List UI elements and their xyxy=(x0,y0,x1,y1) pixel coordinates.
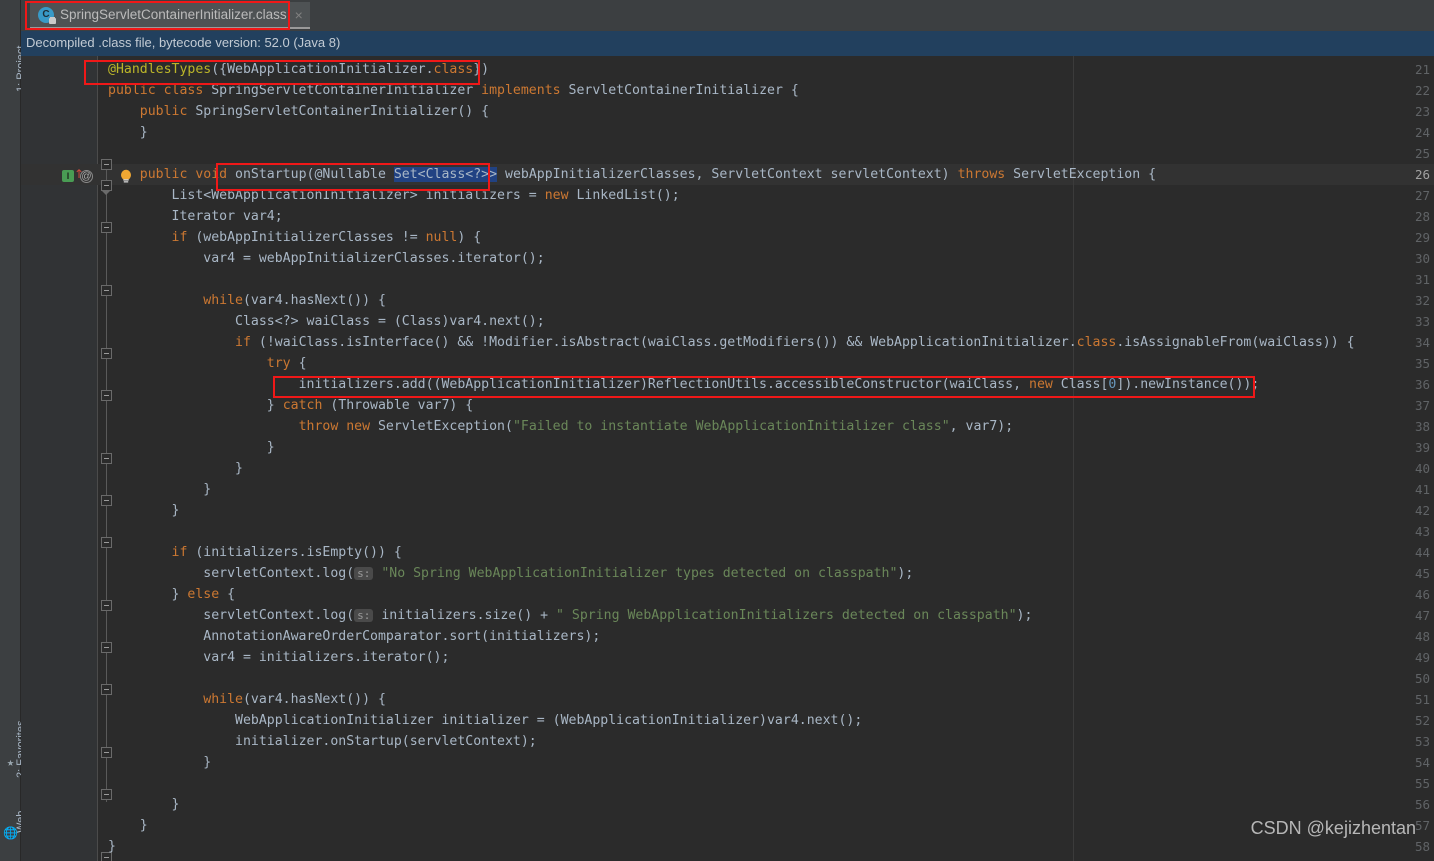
globe-icon: 🌐 xyxy=(3,826,18,840)
code-line[interactable]: } xyxy=(108,815,148,836)
editor-tab-springservletcontainerinitializer[interactable]: C SpringServletContainerInitializer.clas… xyxy=(30,2,310,29)
code-line[interactable]: servletContext.log(s: initializers.size(… xyxy=(108,605,1032,626)
code-line[interactable]: } xyxy=(108,458,243,479)
code-line[interactable]: if (webAppInitializerClasses != null) { xyxy=(108,227,482,248)
line-number[interactable]: 34 xyxy=(1358,332,1434,353)
code-line[interactable]: public void onStartup(@Nullable Set<Clas… xyxy=(108,164,1156,185)
left-tool-strip: 1: Project 2: Favorites ★ Web 🌐 xyxy=(0,0,27,861)
line-number[interactable]: 40 xyxy=(1358,458,1434,479)
close-icon[interactable]: × xyxy=(295,8,303,22)
editor-tab-label: SpringServletContainerInitializer.class xyxy=(60,7,287,22)
watermark-text: CSDN @kejizhentan xyxy=(1250,818,1416,838)
line-number[interactable]: 23 xyxy=(1358,101,1434,122)
decompiled-notification-text: Decompiled .class file, bytecode version… xyxy=(26,35,341,50)
code-line[interactable]: Class<?> waiClass = (Class)var4.next(); xyxy=(108,311,545,332)
line-number[interactable]: 41 xyxy=(1358,479,1434,500)
code-line[interactable]: try { xyxy=(108,353,307,374)
line-number[interactable]: 26 xyxy=(1358,164,1434,185)
line-number[interactable]: 42 xyxy=(1358,500,1434,521)
code-line[interactable]: } xyxy=(108,836,116,857)
line-number[interactable]: 22 xyxy=(1358,80,1434,101)
code-line[interactable]: while(var4.hasNext()) { xyxy=(108,290,386,311)
line-number[interactable]: 33 xyxy=(1358,311,1434,332)
line-number[interactable]: 55 xyxy=(1358,773,1434,794)
java-class-icon: C xyxy=(38,6,56,24)
implements-method-icon[interactable]: I xyxy=(62,170,74,182)
line-number[interactable]: 51 xyxy=(1358,689,1434,710)
code-line[interactable]: public class SpringServletContainerIniti… xyxy=(108,80,799,101)
line-number[interactable]: 50 xyxy=(1358,668,1434,689)
line-number[interactable]: 30 xyxy=(1358,248,1434,269)
line-number[interactable]: 45 xyxy=(1358,563,1434,584)
line-number[interactable]: 36 xyxy=(1358,374,1434,395)
line-number[interactable]: 47 xyxy=(1358,605,1434,626)
code-line[interactable]: var4 = webAppInitializerClasses.iterator… xyxy=(108,248,544,269)
code-line[interactable]: AnnotationAwareOrderComparator.sort(init… xyxy=(108,626,600,647)
code-line[interactable]: } else { xyxy=(108,584,236,605)
code-line[interactable]: throw new ServletException("Failed to in… xyxy=(108,416,1014,437)
line-number[interactable]: 32 xyxy=(1358,290,1434,311)
line-number[interactable]: 27 xyxy=(1358,185,1434,206)
line-number[interactable]: 46 xyxy=(1358,584,1434,605)
code-line[interactable]: servletContext.log(s: "No Spring WebAppl… xyxy=(108,563,913,584)
code-line[interactable]: if (!waiClass.isInterface() && !Modifier… xyxy=(108,332,1355,353)
line-number[interactable]: 53 xyxy=(1358,731,1434,752)
code-line[interactable]: if (initializers.isEmpty()) { xyxy=(108,542,402,563)
line-number[interactable]: 38 xyxy=(1358,416,1434,437)
sidebar-item-favorites[interactable]: 2: Favorites xyxy=(0,690,27,800)
editor-tab-bar: C SpringServletContainerInitializer.clas… xyxy=(21,0,1434,31)
line-number[interactable]: 28 xyxy=(1358,206,1434,227)
line-number[interactable]: 43 xyxy=(1358,521,1434,542)
code-line[interactable]: public SpringServletContainerInitializer… xyxy=(108,101,489,122)
line-number[interactable]: 25 xyxy=(1358,143,1434,164)
code-line[interactable]: initializer.onStartup(servletContext); xyxy=(108,731,537,752)
line-number[interactable]: 35 xyxy=(1358,353,1434,374)
decompiled-notification-bar: Decompiled .class file, bytecode version… xyxy=(21,31,1434,56)
code-line[interactable]: } xyxy=(108,500,180,521)
line-number[interactable]: 44 xyxy=(1358,542,1434,563)
line-number[interactable]: 39 xyxy=(1358,437,1434,458)
code-line[interactable]: WebApplicationInitializer initializer = … xyxy=(108,710,862,731)
code-line[interactable]: } xyxy=(108,122,148,143)
code-line[interactable]: while(var4.hasNext()) { xyxy=(108,689,386,710)
code-line[interactable]: @HandlesTypes({WebApplicationInitializer… xyxy=(108,59,489,80)
line-number[interactable]: 24 xyxy=(1358,122,1434,143)
code-line[interactable]: } xyxy=(108,437,275,458)
line-number[interactable]: 52 xyxy=(1358,710,1434,731)
code-line[interactable]: } xyxy=(108,794,180,815)
line-number[interactable]: 21 xyxy=(1358,59,1434,80)
line-number[interactable]: 56 xyxy=(1358,794,1434,815)
line-number[interactable]: 54 xyxy=(1358,752,1434,773)
star-icon: ★ xyxy=(6,755,15,769)
line-number[interactable]: 58 xyxy=(1358,836,1434,857)
line-number[interactable]: 48 xyxy=(1358,626,1434,647)
sidebar-item-project[interactable]: 1: Project xyxy=(0,6,27,96)
code-editor[interactable]: I ↑ @ @HandlesTypes({WebApplicationIniti… xyxy=(21,56,1434,861)
code-line[interactable]: } xyxy=(108,752,211,773)
code-line[interactable]: var4 = initializers.iterator(); xyxy=(108,647,449,668)
code-line[interactable]: initializers.add((WebApplicationInitiali… xyxy=(108,374,1260,395)
line-number[interactable]: 37 xyxy=(1358,395,1434,416)
code-line[interactable]: List<WebApplicationInitializer> initiali… xyxy=(108,185,680,206)
code-line[interactable]: Iterator var4; xyxy=(108,206,283,227)
line-number[interactable]: 31 xyxy=(1358,269,1434,290)
code-line[interactable]: } catch (Throwable var7) { xyxy=(108,395,473,416)
line-number[interactable]: 29 xyxy=(1358,227,1434,248)
annotation-marker-icon[interactable]: @ xyxy=(80,170,93,183)
code-line[interactable]: } xyxy=(108,479,211,500)
line-number[interactable]: 49 xyxy=(1358,647,1434,668)
